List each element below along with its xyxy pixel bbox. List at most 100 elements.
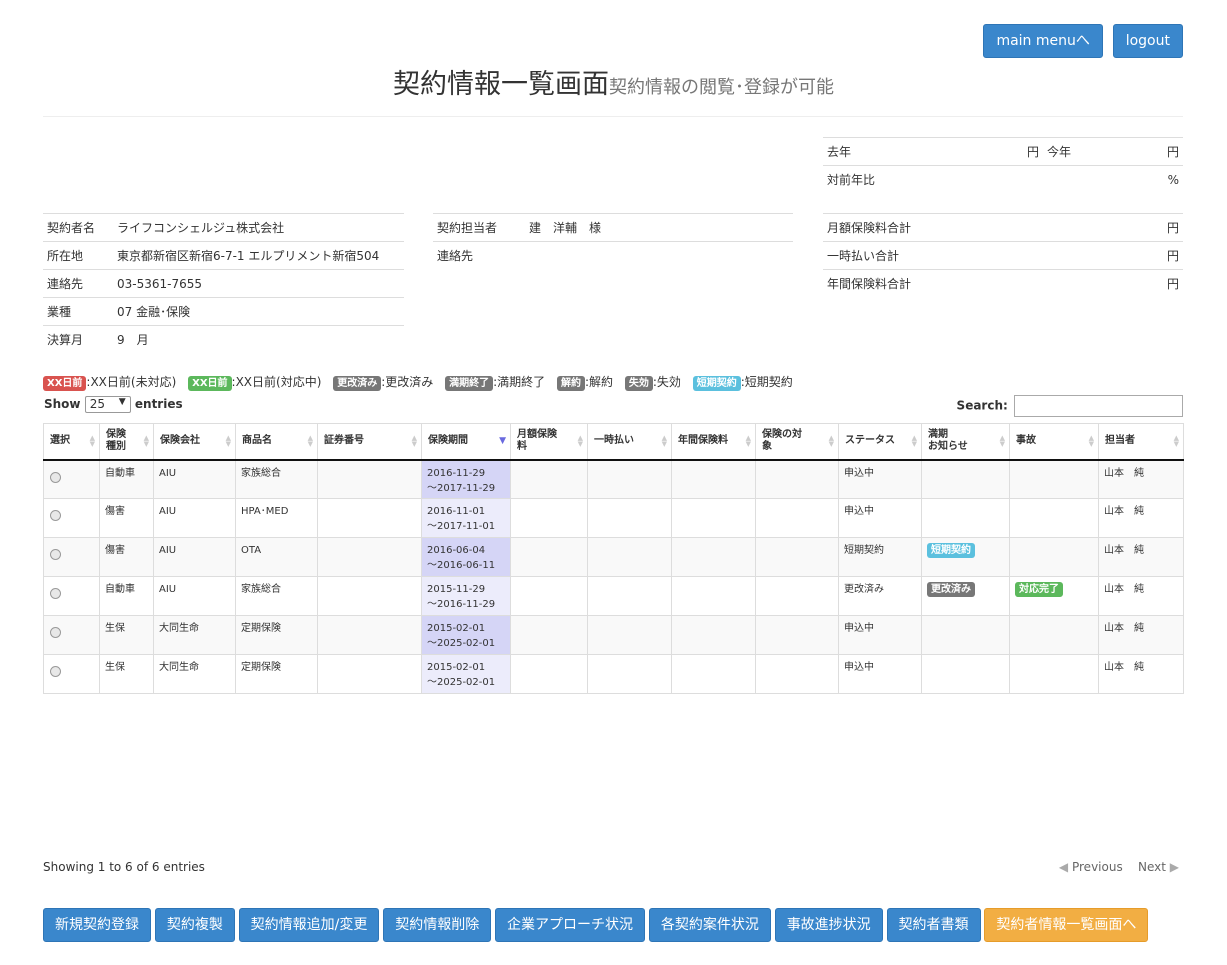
row-radio[interactable] <box>50 588 61 599</box>
row-radio[interactable] <box>50 549 61 560</box>
column-header-staff[interactable]: 担当者 ▲ ▼ <box>1098 423 1184 461</box>
logout-button[interactable]: logout <box>1112 24 1183 58</box>
column-header-label: 商品名 <box>242 435 272 447</box>
column-header-select[interactable]: 選択 ▲ ▼ <box>43 423 100 461</box>
type-cell: 生保 <box>99 615 154 655</box>
edit-contract-button[interactable]: 契約情報追加/変更 <box>238 908 380 942</box>
monthly-cell <box>510 654 588 694</box>
period-end: ～2016-06-11 <box>427 560 496 571</box>
table-row[interactable]: 傷害 AIU HPA･MED 2016-11-01 ～2017-11-01 申込中… <box>43 498 1184 538</box>
period-cell: 2016-06-04 ～2016-06-11 <box>421 537 511 577</box>
top-buttons: main menuへ logout <box>977 24 1183 58</box>
select-cell <box>43 615 100 655</box>
column-header-monthly[interactable]: 月額保険 料 ▲ ▼ <box>510 423 588 461</box>
column-header-company[interactable]: 保険会社 ▲ ▼ <box>153 423 236 461</box>
staff-cell: 山本 純 <box>1098 498 1184 538</box>
delete-contract-button[interactable]: 契約情報削除 <box>383 908 492 942</box>
accident-badge-completed: 対応完了 <box>1015 582 1063 597</box>
period-start: 2016-06-04 <box>427 545 486 556</box>
staff-cell: 山本 純 <box>1098 654 1184 694</box>
policy-cell <box>317 537 422 577</box>
legend-text: :失効 <box>652 375 681 389</box>
column-header-policy-number[interactable]: 証券番号 ▲ ▼ <box>317 423 422 461</box>
entries-select-value: 25 <box>89 397 105 411</box>
target-cell <box>755 459 839 499</box>
period-start: 2016-11-29 <box>427 467 486 479</box>
row-radio[interactable] <box>50 666 61 677</box>
product-cell: 家族総合 <box>235 576 318 616</box>
staff-cell: 山本 純 <box>1098 615 1184 655</box>
column-header-annual[interactable]: 年間保険料 ▲ ▼ <box>671 423 756 461</box>
page-title: 契約情報一覧画面 <box>393 69 609 100</box>
column-header-notice[interactable]: 満期 お知らせ ▲ ▼ <box>921 423 1010 461</box>
duplicate-contract-button[interactable]: 契約複製 <box>154 908 235 942</box>
entries-length-control: Show 25 ▼ entries <box>44 396 183 413</box>
column-header-period[interactable]: 保険期間 ▼ <box>421 423 511 461</box>
table-row[interactable]: 生保 大同生命 定期保険 2015-02-01 ～2025-02-01 申込中 山… <box>43 654 1184 694</box>
row-radio[interactable] <box>50 510 61 521</box>
triangle-left-icon: ◀ <box>1058 860 1069 874</box>
column-header-type[interactable]: 保険 種別 ▲ ▼ <box>99 423 154 461</box>
period-end: ～2016-11-29 <box>427 599 496 610</box>
search-input[interactable] <box>1014 395 1183 417</box>
entries-select[interactable]: 25 ▼ <box>84 396 131 413</box>
previous-button[interactable]: Previous <box>1072 860 1123 874</box>
sort-icon: ▲ ▼ <box>999 434 1005 448</box>
table-row[interactable]: 自動車 AIU 家族総合 2016-11-29 ～2017-11-29 申込中 山… <box>43 459 1184 499</box>
type-cell: 自動車 <box>99 459 154 499</box>
staff-cell: 山本 純 <box>1098 576 1184 616</box>
status-cell: 短期契約 <box>838 537 922 577</box>
target-cell <box>755 615 839 655</box>
contact-label: 連絡先 <box>43 269 113 298</box>
company-cell: 大同生命 <box>153 615 236 655</box>
last-year-label: 去年 <box>823 137 1003 166</box>
column-header-label: ステータス <box>845 435 895 447</box>
accident-progress-button[interactable]: 事故進捗状況 <box>774 908 883 942</box>
case-status-button[interactable]: 各契約案件状況 <box>648 908 771 942</box>
monthly-cell <box>510 537 588 577</box>
policy-cell <box>317 498 422 538</box>
contractor-list-button[interactable]: 契約者情報一覧画面へ <box>984 908 1149 942</box>
contractor-documents-button[interactable]: 契約者書類 <box>886 908 981 942</box>
product-cell: OTA <box>235 537 318 577</box>
fiscal-month-value: 9 月 <box>113 325 404 354</box>
period-start: 2015-11-29 <box>427 584 486 595</box>
address-label: 所在地 <box>43 241 113 270</box>
legend-badge-renewed: 更改済み <box>333 376 382 391</box>
industry-value: 07 金融･保険 <box>113 297 404 326</box>
table-row[interactable]: 傷害 AIU OTA 2016-06-04 ～2016-06-11 短期契約 短期… <box>43 537 1184 577</box>
column-header-lump-sum[interactable]: 一時払い ▲ ▼ <box>587 423 672 461</box>
period-end: ～2025-02-01 <box>427 677 496 688</box>
column-header-label: 保険会社 <box>160 435 200 447</box>
column-header-accident[interactable]: 事故 ▲ ▼ <box>1009 423 1099 461</box>
period-start: 2015-02-01 <box>427 662 486 673</box>
legend-badge-short-term: 短期契約 <box>692 376 741 391</box>
new-contract-button[interactable]: 新規契約登録 <box>43 908 151 942</box>
policy-cell <box>317 654 422 694</box>
table-row[interactable]: 生保 大同生命 定期保険 2015-02-01 ～2025-02-01 申込中 山… <box>43 615 1184 655</box>
approach-status-button[interactable]: 企業アプローチ状況 <box>495 908 646 942</box>
monthly-total-unit: 円 <box>1118 213 1183 242</box>
row-radio[interactable] <box>50 471 61 483</box>
sort-icon: ▲ ▼ <box>661 434 667 448</box>
lump-total-unit: 円 <box>1118 241 1183 270</box>
column-header-status[interactable]: ステータス ▲ ▼ <box>838 423 922 461</box>
main-menu-button[interactable]: main menuへ <box>983 24 1103 58</box>
legend-badge-expired: 満期終了 <box>445 376 494 391</box>
yoy-unit: % <box>1143 165 1183 194</box>
column-header-product[interactable]: 商品名 ▲ ▼ <box>235 423 318 461</box>
lump-total-label: 一時払い合計 <box>823 241 1119 270</box>
company-cell: AIU <box>153 537 236 577</box>
sort-icon: ▲ ▼ <box>1088 434 1094 448</box>
table-row[interactable]: 自動車 AIU 家族総合 2015-11-29 ～2016-11-29 更改済み … <box>43 576 1184 616</box>
monthly-cell <box>510 615 588 655</box>
column-header-label: 証券番号 <box>324 435 364 447</box>
sort-icon: ▲ ▼ <box>411 434 417 448</box>
column-header-target[interactable]: 保険の対 象 ▲ ▼ <box>755 423 839 461</box>
select-cell <box>43 537 100 577</box>
sort-icon: ▲ ▼ <box>143 434 149 448</box>
next-button[interactable]: Next <box>1138 860 1166 874</box>
person-value: 建 洋輔 様 <box>525 213 793 242</box>
table-header-row: 選択 ▲ ▼ 保険 種別 ▲ ▼ 保険会社 ▲ ▼ 商品名 ▲ ▼ 証券番号 ▲ ▼ 保険期間 ▼ 月… <box>43 423 1184 461</box>
row-radio[interactable] <box>50 627 61 638</box>
